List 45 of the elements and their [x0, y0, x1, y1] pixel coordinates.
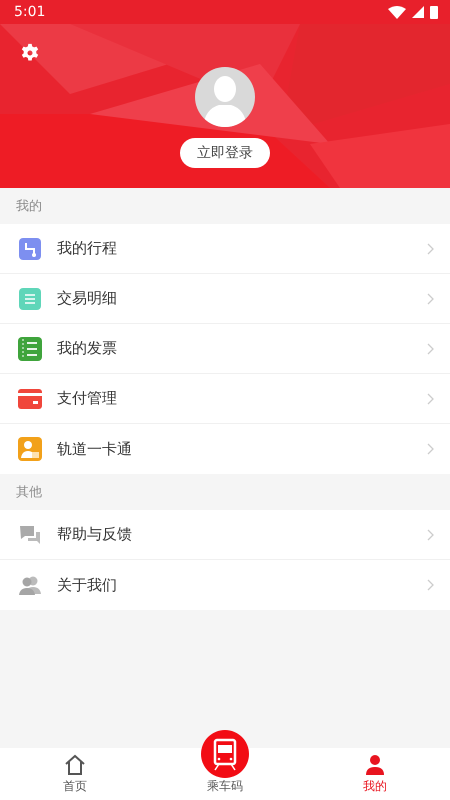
menu-label: 轨道一卡通	[57, 440, 133, 458]
menu-label: 我的行程	[57, 239, 118, 258]
wifi-icon	[388, 6, 406, 18]
chevron-icon	[427, 292, 434, 304]
chevron-icon	[427, 443, 434, 455]
clock-time: 5:01	[14, 4, 46, 20]
list-icon	[18, 288, 42, 310]
menu-label: 我的发票	[57, 339, 118, 358]
menu-label: 帮助与反馈	[57, 525, 133, 544]
menu-item[interactable]: 轨道一卡通	[0, 424, 450, 474]
help-chat-icon	[18, 524, 42, 546]
tab[interactable]: 我的	[300, 748, 450, 800]
tab-label: 首页	[63, 778, 87, 795]
people-icon	[18, 575, 42, 595]
id-card-icon	[18, 437, 42, 461]
chevron-icon	[427, 392, 434, 404]
menu-item[interactable]: 我的发票	[0, 324, 450, 374]
menu-item[interactable]: 我的行程	[0, 224, 450, 274]
avatar-icon	[195, 67, 255, 127]
person-icon	[365, 754, 385, 776]
home-icon	[64, 754, 86, 776]
tab-label: 我的	[363, 778, 387, 795]
settings-icon[interactable]	[20, 43, 40, 63]
tab-label: 乘车码	[207, 778, 243, 795]
ticket-icon	[18, 336, 42, 360]
section-title: 我的	[15, 198, 43, 216]
card-icon	[18, 388, 42, 408]
signal-icon	[412, 6, 424, 18]
menu-item[interactable]: 支付管理	[0, 374, 450, 424]
tab[interactable]: 首页	[0, 748, 150, 800]
menu-label: 支付管理	[57, 389, 118, 408]
chevron-icon	[427, 342, 434, 354]
route-icon	[18, 238, 42, 260]
login-button[interactable]: 立即登录	[180, 138, 270, 168]
chevron-icon	[427, 579, 434, 591]
tab[interactable]: 乘车码	[150, 728, 300, 800]
menu-label: 交易明细	[57, 289, 118, 308]
menu-label: 关于我们	[57, 576, 118, 594]
chevron-icon	[427, 242, 434, 254]
menu-item[interactable]: 帮助与反馈	[0, 510, 450, 560]
battery-icon	[430, 5, 438, 19]
menu-item[interactable]: 交易明细	[0, 274, 450, 324]
chevron-icon	[427, 528, 434, 540]
menu-item[interactable]: 关于我们	[0, 560, 450, 610]
section-title: 其他	[15, 484, 43, 502]
